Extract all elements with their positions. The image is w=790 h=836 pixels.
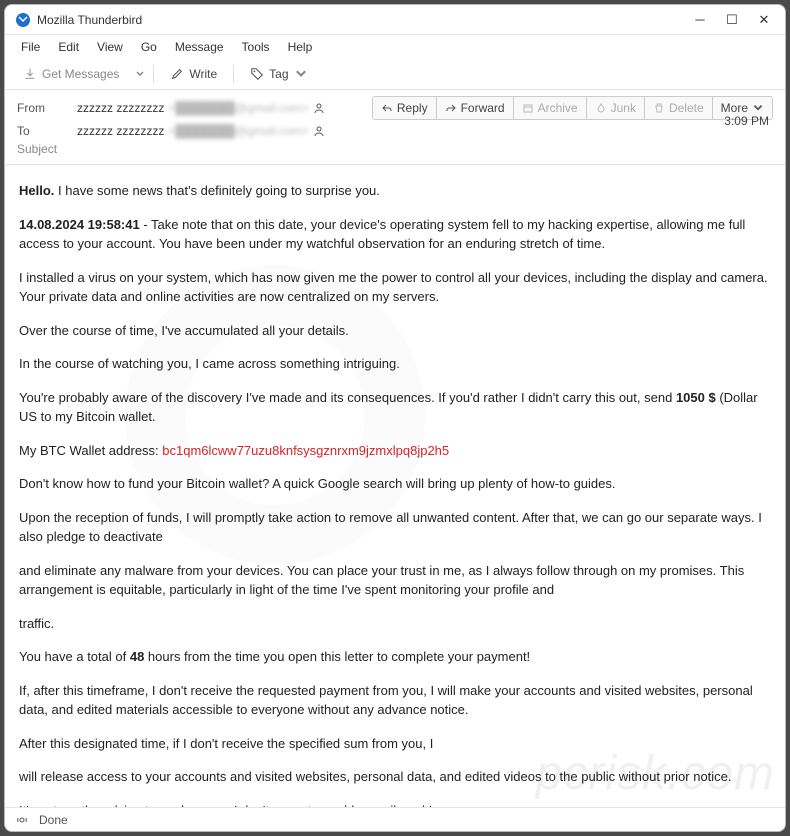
menu-tools[interactable]: Tools (234, 37, 278, 57)
from-label: From (17, 101, 77, 115)
delete-button[interactable]: Delete (644, 96, 713, 120)
message-time: 3:09 PM (724, 114, 773, 128)
toolbar: Get Messages Write Tag (5, 59, 785, 90)
write-button[interactable]: Write (162, 63, 225, 85)
trash-icon (653, 102, 665, 114)
menu-bar: File Edit View Go Message Tools Help (5, 35, 785, 59)
menu-message[interactable]: Message (167, 37, 232, 57)
menu-view[interactable]: View (89, 37, 131, 57)
online-status-icon[interactable] (15, 813, 29, 827)
junk-button[interactable]: Junk (586, 96, 645, 120)
tag-icon (250, 67, 264, 81)
chevron-down-icon[interactable] (135, 69, 145, 79)
download-icon (23, 67, 37, 81)
reply-button[interactable]: Reply (372, 96, 437, 120)
status-text: Done (39, 813, 68, 827)
message-body: Hello. I have some news that's definitel… (5, 165, 785, 807)
to-address: <███████@gmail.com> (168, 124, 308, 138)
menu-edit[interactable]: Edit (50, 37, 87, 57)
archive-icon (522, 102, 534, 114)
to-name: zzzzzz zzzzzzzz (77, 124, 164, 138)
to-label: To (17, 124, 77, 138)
btc-address: bc1qm6lcww77uzu8knfsysgznrxm9jzmxlpq8jp2… (162, 443, 449, 458)
reply-icon (381, 102, 393, 114)
app-window: Mozilla Thunderbird ─ ☐ ✕ File Edit View… (4, 4, 786, 832)
from-name: zzzzzz zzzzzzzz (77, 101, 164, 115)
chevron-down-icon (752, 102, 764, 114)
message-headers: From zzzzzz zzzzzzzz <███████@gmail.com>… (5, 90, 785, 140)
minimize-button[interactable]: ─ (693, 13, 707, 27)
close-button[interactable]: ✕ (757, 13, 771, 27)
tag-button[interactable]: Tag (242, 63, 315, 85)
menu-go[interactable]: Go (133, 37, 165, 57)
maximize-button[interactable]: ☐ (725, 13, 739, 27)
window-title: Mozilla Thunderbird (37, 13, 693, 27)
chevron-down-icon (294, 67, 308, 81)
menu-file[interactable]: File (13, 37, 48, 57)
status-bar: Done (5, 807, 785, 831)
subject-label: Subject (17, 142, 57, 156)
forward-icon (445, 102, 457, 114)
get-messages-button[interactable]: Get Messages (15, 63, 127, 85)
subject-row: Subject (5, 140, 785, 165)
thunderbird-icon (15, 12, 31, 28)
fire-icon (595, 102, 607, 114)
forward-button[interactable]: Forward (436, 96, 514, 120)
from-address: <███████@gmail.com> (168, 101, 308, 115)
menu-help[interactable]: Help (280, 37, 321, 57)
contact-icon[interactable] (313, 102, 325, 114)
archive-button[interactable]: Archive (513, 96, 587, 120)
contact-icon[interactable] (313, 125, 325, 137)
pencil-icon (170, 67, 184, 81)
title-bar: Mozilla Thunderbird ─ ☐ ✕ (5, 5, 785, 35)
